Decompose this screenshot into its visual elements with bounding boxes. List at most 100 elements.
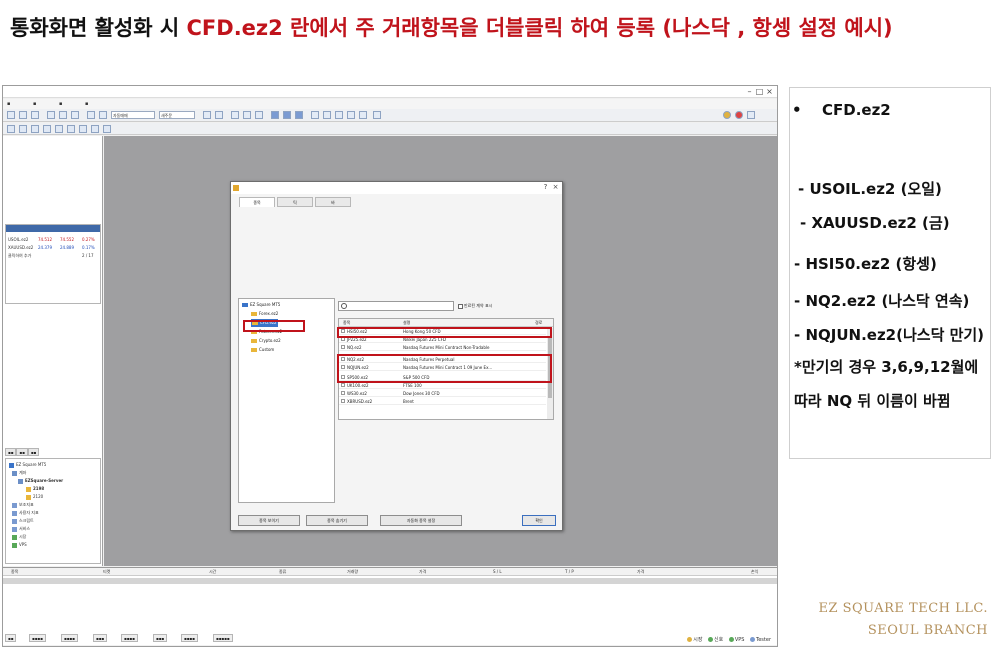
checkbox-icon bbox=[458, 303, 463, 309]
shapes-icon[interactable] bbox=[103, 125, 111, 133]
tile-icon[interactable] bbox=[255, 111, 263, 119]
new-chart-icon[interactable] bbox=[7, 111, 15, 119]
toolbox-tab[interactable]: ▪▪▪ bbox=[153, 634, 168, 642]
trendline-icon[interactable] bbox=[55, 125, 63, 133]
tree-item-crypto[interactable]: Crypto.ez2 bbox=[251, 337, 281, 345]
tab-trading[interactable]: ▪▪ bbox=[27, 448, 40, 456]
folder-icon bbox=[251, 339, 257, 343]
window-titlebar: – □ × bbox=[3, 86, 777, 98]
nav-item[interactable]: VPS bbox=[12, 541, 27, 548]
watch-row[interactable]: USOIL.ez2 74.512 74.552 0.27% bbox=[8, 236, 100, 243]
maximize-icon[interactable]: □ bbox=[755, 87, 764, 96]
search-icon bbox=[341, 303, 347, 309]
toolbox-panel: 종목 티켓 시간 종류 거래량 가격 S / L T / P 가격 손익 ▪▪ … bbox=[3, 567, 777, 645]
close-icon[interactable]: × bbox=[765, 87, 774, 96]
tab-ticks[interactable]: 틱 bbox=[277, 197, 313, 207]
toolbox-tab[interactable]: ▪▪▪▪ bbox=[181, 634, 198, 642]
tab-symbols[interactable]: 종목 bbox=[239, 197, 275, 207]
menu-view[interactable]: ▪ bbox=[33, 101, 36, 107]
ok-button[interactable]: 확인 bbox=[522, 515, 556, 526]
menu-tools[interactable]: ▪ bbox=[85, 101, 88, 107]
line-chart-icon[interactable] bbox=[295, 111, 303, 119]
nav-item[interactable]: 계좌 bbox=[12, 469, 26, 476]
cursor-icon[interactable] bbox=[7, 125, 15, 133]
toolbox-tab[interactable]: ▪▪▪ bbox=[93, 634, 108, 642]
nav-item[interactable]: 보조지표 bbox=[12, 501, 34, 508]
search-icon[interactable] bbox=[747, 111, 755, 119]
chart-shift-icon[interactable] bbox=[311, 111, 319, 119]
tester-icon[interactable] bbox=[71, 111, 79, 119]
tree-item-custom[interactable]: Custom bbox=[251, 346, 274, 354]
nav-item[interactable]: 서비스 bbox=[12, 525, 30, 532]
tree-item-root[interactable]: EZ Square MT5 bbox=[242, 301, 280, 309]
toolbox-tab[interactable]: ▪▪▪▪ bbox=[29, 634, 46, 642]
tab-symbols[interactable]: ▪▪ bbox=[5, 448, 17, 456]
dialog-close-icon[interactable]: × bbox=[551, 183, 560, 192]
indicators-icon[interactable] bbox=[335, 111, 343, 119]
periods-icon[interactable] bbox=[347, 111, 355, 119]
watch-row-add[interactable]: 클릭하여 추가 2 / 17 bbox=[8, 252, 100, 259]
symbol-row[interactable]: NQ.ez2 Nasdaq Futures Mini Contract Non-T… bbox=[339, 344, 546, 351]
templates-icon[interactable] bbox=[359, 111, 367, 119]
menu-insert[interactable]: ▪ bbox=[59, 101, 62, 107]
community-icon[interactable] bbox=[735, 111, 743, 119]
new-order-button[interactable]: 새주문 bbox=[159, 111, 195, 119]
menu-file[interactable]: ▪ bbox=[7, 101, 10, 107]
tab-bars[interactable]: 바 bbox=[315, 197, 351, 207]
toolbox-tab[interactable]: ▪▪▪▪▪ bbox=[213, 634, 233, 642]
help-icon[interactable]: ? bbox=[541, 183, 550, 192]
autoscroll-icon[interactable] bbox=[323, 111, 331, 119]
toolbox-tab[interactable]: ▪▪▪▪ bbox=[61, 634, 78, 642]
market-watch-icon[interactable] bbox=[31, 111, 39, 119]
symbol-row[interactable]: WS30.ez2 Dow Jones 30 CFD bbox=[339, 390, 546, 397]
bar-chart-icon[interactable] bbox=[271, 111, 279, 119]
note-heading: CFD.ez2 bbox=[822, 101, 891, 119]
symbol-row[interactable]: XBRUSD.ez2 Brent bbox=[339, 398, 546, 405]
hide-symbol-button[interactable]: 종목 숨기기 bbox=[306, 515, 368, 526]
nav-item[interactable]: 사용자 지표 bbox=[12, 509, 39, 516]
auto-symbol-button[interactable]: 자동화 종목 설정 bbox=[380, 515, 462, 526]
tab-details[interactable]: ▪▪ bbox=[16, 448, 28, 456]
toolbox-tab[interactable]: ▪▪▪▪ bbox=[121, 634, 138, 642]
zoom-in-icon[interactable] bbox=[231, 111, 239, 119]
nav-item[interactable]: EZSquare-Server bbox=[18, 477, 63, 484]
buy-icon[interactable] bbox=[203, 111, 211, 119]
nav-item[interactable]: 시장 bbox=[12, 533, 26, 540]
text-tool-icon[interactable] bbox=[91, 125, 99, 133]
alerts-icon[interactable] bbox=[99, 111, 107, 119]
folder-icon bbox=[251, 312, 257, 316]
sell-icon[interactable] bbox=[215, 111, 223, 119]
vertical-line-icon[interactable] bbox=[31, 125, 39, 133]
channel-icon[interactable] bbox=[67, 125, 75, 133]
navigator-icon[interactable] bbox=[47, 111, 55, 119]
settings-icon[interactable] bbox=[373, 111, 381, 119]
tree-item-forex[interactable]: Forex.ez2 bbox=[251, 310, 278, 318]
fibonacci-icon[interactable] bbox=[79, 125, 87, 133]
nav-item[interactable]: EZ Square MT5 bbox=[9, 461, 46, 468]
hsi50-highlight-box bbox=[337, 327, 552, 338]
show-expired-checkbox[interactable]: 만료된 계약 표시 bbox=[458, 303, 492, 309]
market-icon bbox=[687, 637, 693, 642]
nav-item[interactable]: 2198 bbox=[26, 485, 44, 492]
account-icon[interactable] bbox=[723, 111, 731, 119]
editor-icon[interactable] bbox=[87, 111, 95, 119]
terminal-icon[interactable] bbox=[59, 111, 67, 119]
symbol-search-input[interactable] bbox=[338, 301, 454, 311]
user-icon bbox=[26, 486, 31, 492]
minimize-icon[interactable]: – bbox=[745, 87, 754, 96]
nav-item[interactable]: 스크립트 bbox=[12, 517, 34, 524]
zoom-out-icon[interactable] bbox=[243, 111, 251, 119]
slide-title: 통화화면 활성화 시 CFD.ez2 란에서 주 거래항목을 더블클릭 하여 등… bbox=[10, 12, 986, 48]
algo-trading-button[interactable]: 자동매매 bbox=[111, 111, 155, 119]
experts-icon bbox=[12, 510, 17, 516]
nav-item[interactable]: 2120 bbox=[26, 493, 43, 500]
toolbox-tab[interactable]: ▪▪ bbox=[5, 634, 17, 642]
show-symbol-button[interactable]: 종목 보이기 bbox=[238, 515, 300, 526]
profiles-icon[interactable] bbox=[19, 111, 27, 119]
crosshair-icon[interactable] bbox=[19, 125, 27, 133]
candle-chart-icon[interactable] bbox=[283, 111, 291, 119]
signals-icon bbox=[708, 637, 714, 642]
horizontal-line-icon[interactable] bbox=[43, 125, 51, 133]
watch-row[interactable]: XAUUSD.ez2 24.379 24.889 0.17% bbox=[8, 244, 100, 251]
symbol-row[interactable]: UK100.ez2 FTSE 100 bbox=[339, 382, 546, 389]
